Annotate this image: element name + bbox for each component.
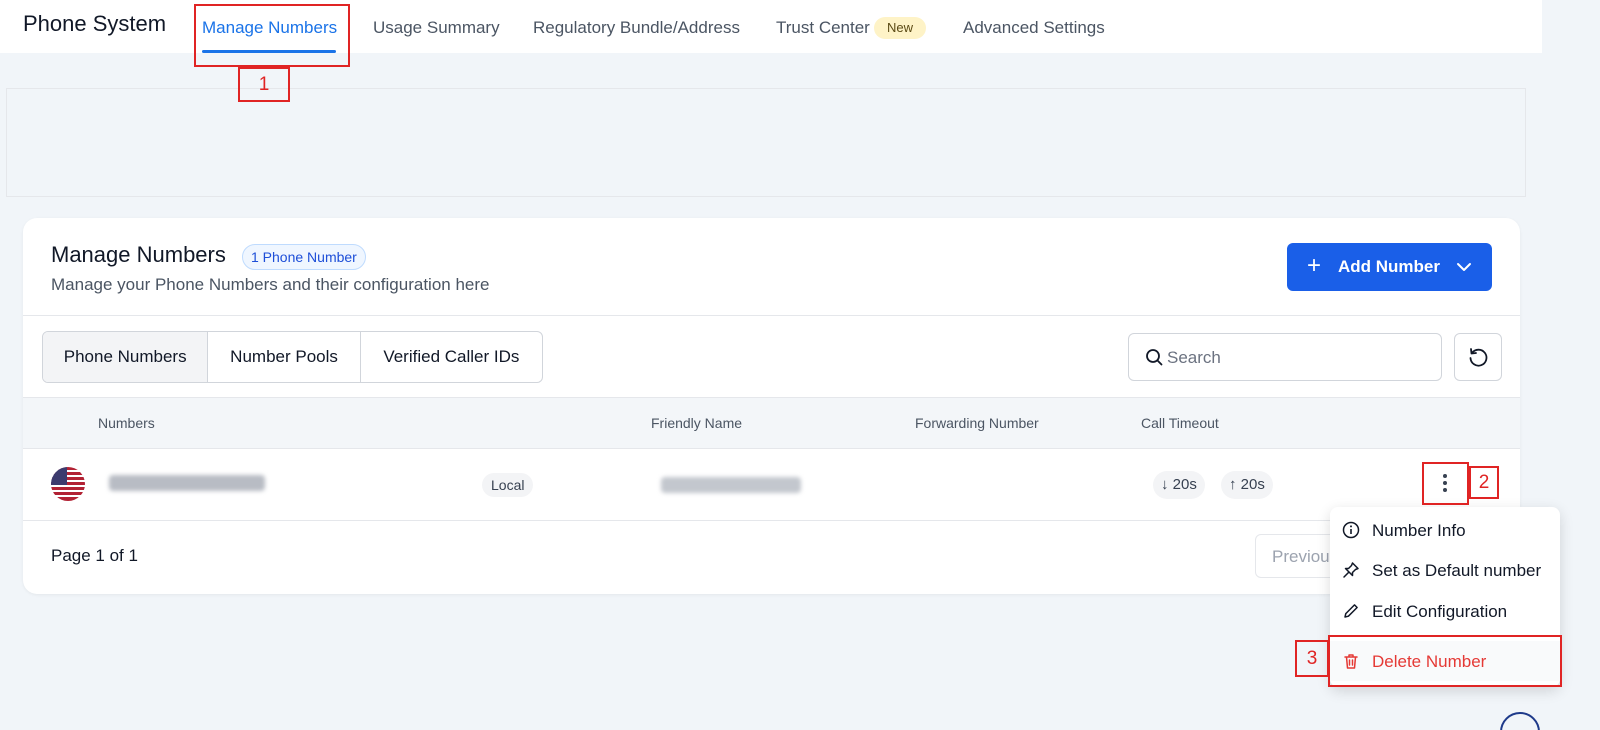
refresh-icon [1469,348,1488,367]
tab-usage-summary[interactable]: Usage Summary [373,18,500,38]
friendly-name-redacted [661,477,801,493]
header-forwarding-number: Forwarding Number [915,415,1039,431]
menu-label-edit-configuration: Edit Configuration [1372,602,1508,621]
timeout-outgoing-badge: ↑ 20s [1221,471,1273,499]
number-type-badge: Local [482,473,534,497]
header-friendly-name: Friendly Name [651,415,743,431]
add-number-label: Add Number [1338,257,1440,276]
table-header: Numbers Friendly Name Forwarding Number … [23,397,1520,449]
timeout-incoming-badge: ↓ 20s [1153,471,1205,499]
info-icon [1342,521,1360,539]
pin-icon [1343,562,1359,578]
chevron-down-icon[interactable] [1455,258,1473,276]
phone-number-redacted [109,475,265,491]
plus-icon: + [1307,252,1322,279]
tab-regulatory-bundle[interactable]: Regulatory Bundle/Address [533,18,740,38]
annotation-label-3: 3 [1295,640,1329,677]
card-title: Manage Numbers [51,242,226,267]
header-numbers: Numbers [98,415,155,431]
annotation-box-3 [1328,635,1562,687]
empty-banner-area [6,88,1526,197]
menu-label-number-info: Number Info [1372,521,1466,540]
annotation-label-1: 1 [238,67,290,102]
number-type-tabs: Phone Numbers Number Pools Verified Call… [42,331,543,383]
manage-numbers-card: Manage Numbers 1 Phone Number Manage you… [23,218,1520,594]
tab-advanced-settings[interactable]: Advanced Settings [963,18,1105,38]
timeout-outgoing-value: 20s [1240,476,1265,493]
pagination-status: Page 1 of 1 [51,546,138,565]
table-row[interactable]: Local ↓ 20s ↑ 20s [23,449,1520,521]
search-box [1128,333,1442,381]
menu-item-edit-configuration[interactable]: Edit Configuration [1330,591,1560,631]
search-icon [1146,349,1163,366]
menu-item-set-default[interactable]: Set as Default number [1330,550,1560,590]
annotation-box-2 [1422,462,1469,505]
us-flag-icon [51,467,85,501]
search-input[interactable] [1167,344,1427,372]
menu-item-number-info[interactable]: Number Info [1330,510,1560,550]
tab-trust-center[interactable]: Trust Center [776,18,870,38]
card-divider [23,315,1520,316]
pencil-icon [1344,604,1358,618]
annotation-box-1 [194,4,350,67]
phone-number-count-badge: 1 Phone Number [242,244,366,270]
tab-phone-numbers[interactable]: Phone Numbers [43,332,209,382]
timeout-incoming-value: 20s [1172,476,1197,493]
annotation-label-2: 2 [1469,466,1499,499]
header-call-timeout: Call Timeout [1141,415,1219,431]
refresh-button[interactable] [1454,333,1502,381]
tab-verified-caller-ids[interactable]: Verified Caller IDs [361,332,542,382]
menu-label-set-default: Set as Default number [1372,561,1542,580]
help-widget-edge[interactable] [1500,712,1540,730]
tab-number-pools[interactable]: Number Pools [208,332,361,382]
previous-label: Previous [1272,547,1339,566]
new-badge: New [874,17,926,39]
app-title: Phone System [23,11,167,36]
card-subtitle: Manage your Phone Numbers and their conf… [51,275,490,294]
add-number-button[interactable]: + Add Number [1287,243,1492,291]
